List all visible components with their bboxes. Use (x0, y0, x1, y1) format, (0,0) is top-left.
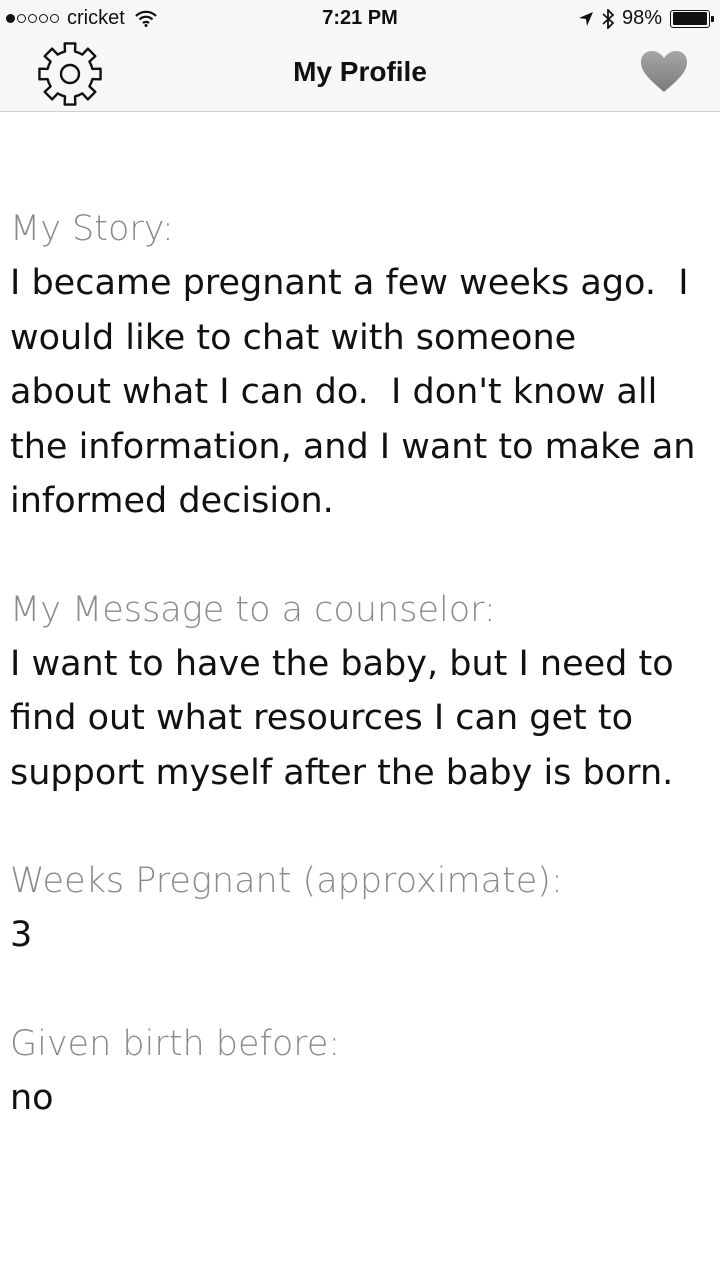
battery-percent: 98% (621, 7, 662, 29)
weeks-section: Weeks Pregnant (approximate): 3 (10, 854, 710, 963)
page-title: My Profile (293, 56, 427, 87)
battery-tip (711, 15, 714, 22)
weeks-value: 3 (10, 915, 33, 955)
status-right: 98% (578, 7, 714, 30)
location-arrow-icon (578, 11, 593, 26)
profile-content: My Story: I became pregnant a few weeks … (10, 202, 710, 1179)
message-label: My Message to a counselor: (10, 589, 496, 630)
navigation-bar: My Profile (0, 36, 720, 112)
birth-label: Given birth before: (10, 1023, 341, 1064)
weeks-label: Weeks Pregnant (approximate): (10, 861, 563, 901)
message-section: My Message to a counselor: I want to hav… (10, 583, 710, 801)
battery-level (672, 12, 707, 25)
heart-icon[interactable] (640, 50, 688, 94)
bluetooth-icon (602, 8, 614, 29)
birth-section: Given birth before: no (10, 1017, 710, 1126)
message-text: I want to have the baby, but I need to f… (10, 643, 674, 793)
battery-icon (670, 9, 714, 28)
story-section: My Story: I became pregnant a few weeks … (10, 202, 710, 529)
birth-value: no (10, 1077, 54, 1118)
story-text: I became pregnant a few weeks ago. I wou… (10, 263, 696, 521)
status-bar: cricket 7:21 PM 98% (0, 0, 720, 36)
story-label: My Story: (10, 209, 174, 249)
